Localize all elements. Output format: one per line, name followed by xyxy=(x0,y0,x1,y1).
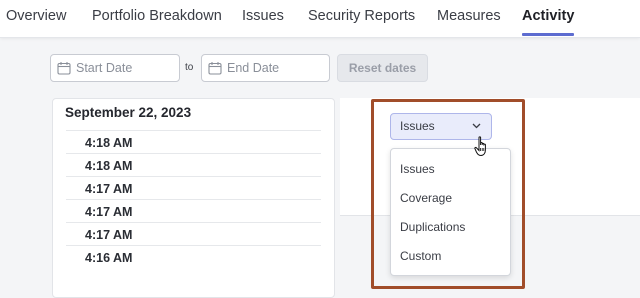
hand-pointer-icon xyxy=(474,136,486,157)
activity-time-row[interactable]: 4:17 AM xyxy=(66,176,321,199)
tab-issues[interactable]: Issues xyxy=(242,0,284,35)
calendar-icon xyxy=(208,62,222,75)
start-date-input[interactable]: Start Date xyxy=(50,54,180,82)
top-navigation: Overview Portfolio Breakdown Issues Secu… xyxy=(0,0,640,38)
tab-security-reports[interactable]: Security Reports xyxy=(308,0,415,35)
highlight-box xyxy=(371,99,525,289)
activity-time-row[interactable]: 4:18 AM xyxy=(66,153,321,176)
activity-time-row[interactable]: 4:16 AM xyxy=(66,245,321,268)
activity-time-row[interactable]: 4:18 AM xyxy=(66,130,321,153)
reset-dates-button[interactable]: Reset dates xyxy=(337,54,428,82)
end-date-placeholder: End Date xyxy=(227,61,280,75)
end-date-input[interactable]: End Date xyxy=(201,54,330,82)
activity-time-row[interactable]: 4:17 AM xyxy=(66,222,321,245)
calendar-icon xyxy=(57,62,71,75)
start-date-placeholder: Start Date xyxy=(76,61,133,75)
date-range-separator: to xyxy=(185,62,194,73)
tab-activity[interactable]: Activity xyxy=(522,0,575,36)
tab-overview[interactable]: Overview xyxy=(6,0,66,35)
activity-time-row[interactable]: 4:17 AM xyxy=(66,199,321,222)
activity-list-panel: September 22, 2023 4:18 AM 4:18 AM 4:17 … xyxy=(52,98,335,298)
tab-portfolio-breakdown[interactable]: Portfolio Breakdown xyxy=(92,0,222,35)
activity-date-heading: September 22, 2023 xyxy=(65,105,192,120)
tab-measures[interactable]: Measures xyxy=(437,0,501,35)
